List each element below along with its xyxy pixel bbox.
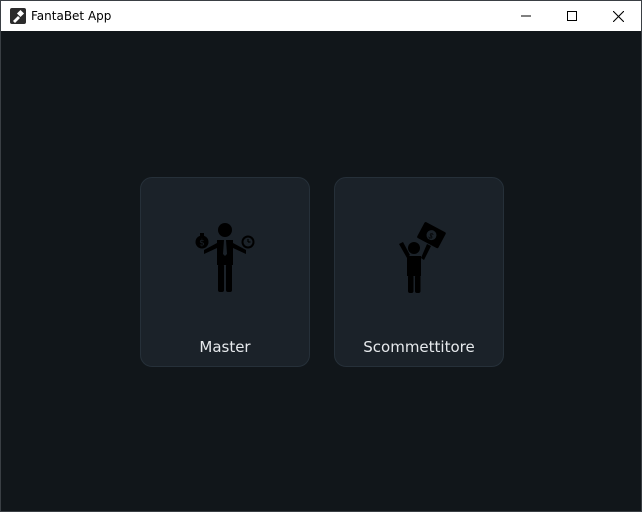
minimize-icon [521,15,531,17]
close-button[interactable] [595,1,641,31]
app-window: FantaBet App $ Master $ Scommettitore [0,0,642,512]
main-content: $ Master $ Scommettitore [1,31,641,511]
close-icon [612,10,624,22]
master-label: Master [199,338,251,356]
maximize-button[interactable] [549,1,595,31]
maximize-icon [567,11,577,21]
svg-text:$: $ [199,239,205,249]
manager-balancing-icon: $ [195,223,255,292]
bettor-label: Scommettitore [363,338,475,356]
app-icon [10,8,26,24]
master-card[interactable]: $ Master [140,177,310,367]
minimize-button[interactable] [503,1,549,31]
window-title: FantaBet App [31,9,112,23]
person-holding-ticket-icon: $ [399,222,446,293]
title-bar[interactable]: FantaBet App [1,1,641,31]
bettor-card[interactable]: $ Scommettitore [334,177,504,367]
